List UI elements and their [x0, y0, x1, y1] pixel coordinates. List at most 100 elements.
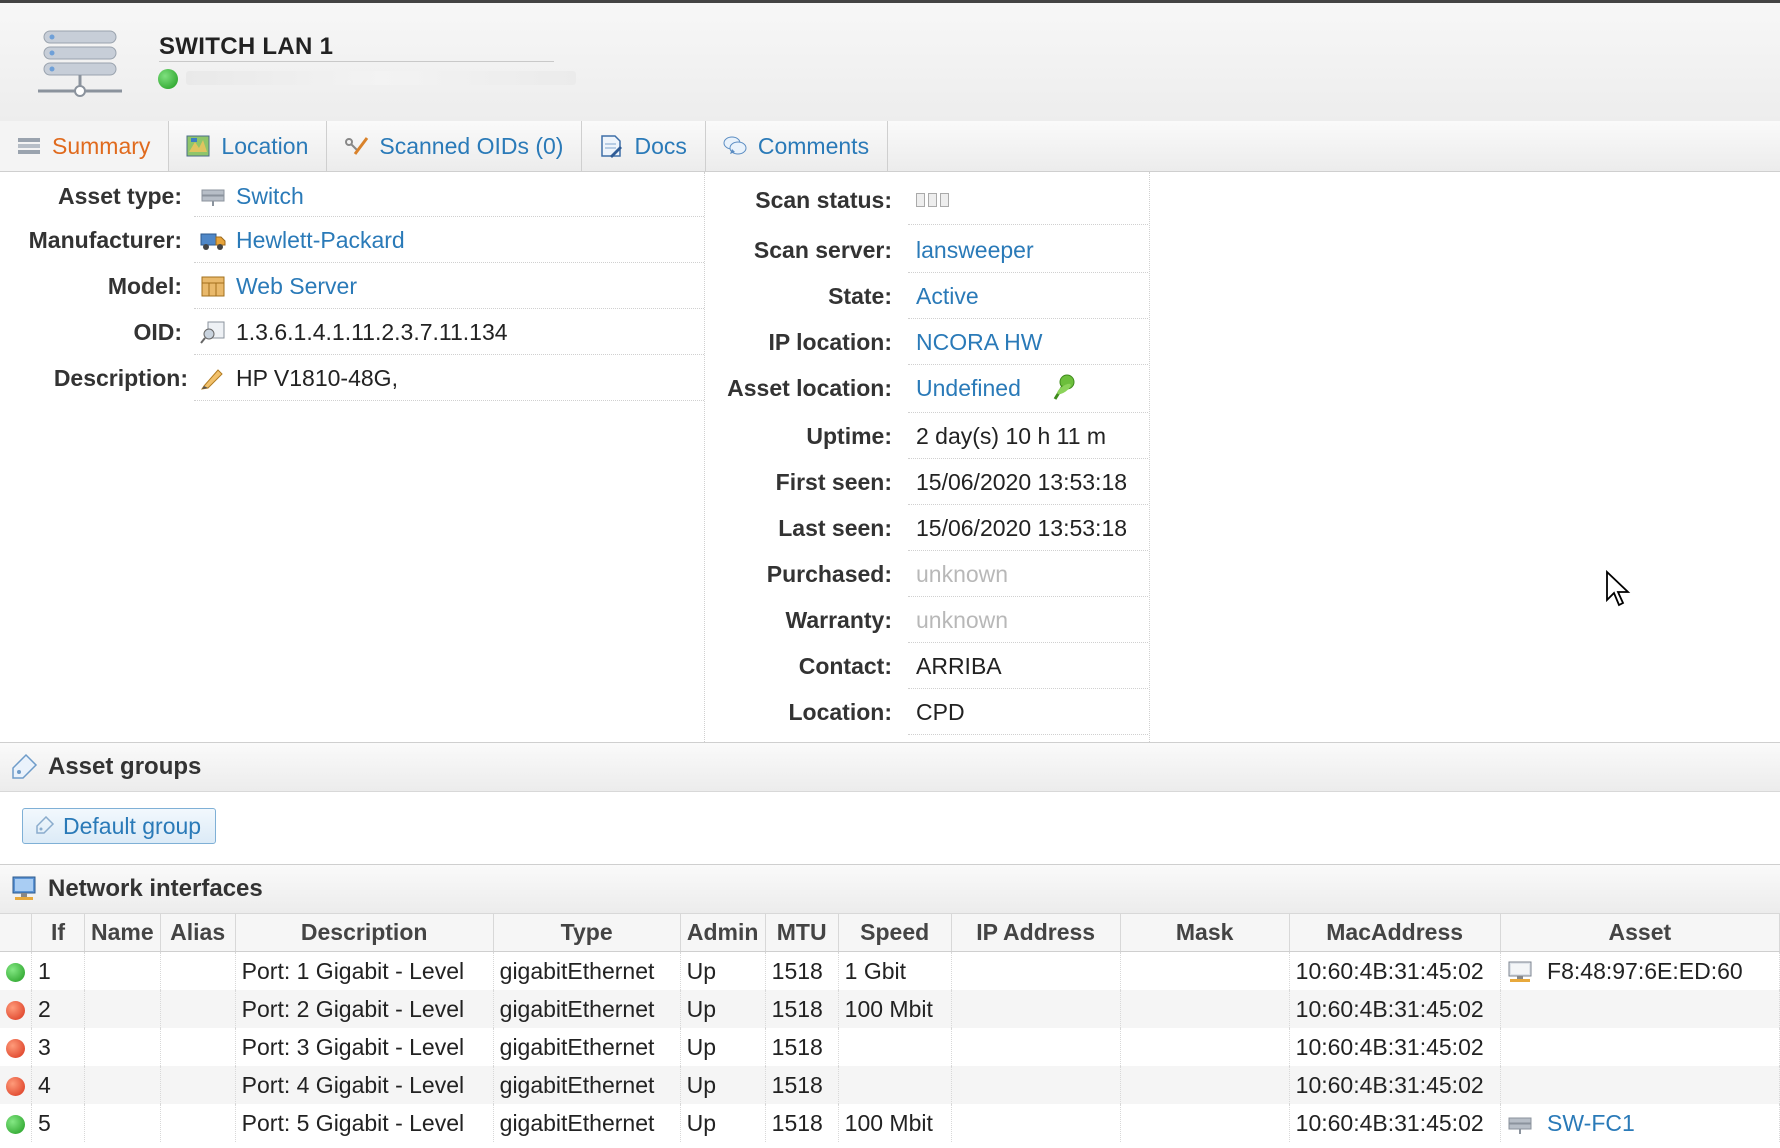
tab-label: Summary	[52, 132, 151, 159]
status-cell	[0, 1066, 32, 1104]
mask-cell	[1120, 990, 1290, 1028]
mac-cell: 10:60:4B:31:45:02	[1289, 951, 1501, 990]
status-down-icon	[6, 1000, 25, 1020]
asset-cell	[1500, 1066, 1780, 1104]
warranty-value: unknown	[916, 606, 1009, 633]
asset-link[interactable]: SW-FC1	[1547, 1110, 1635, 1136]
row-divider	[908, 458, 1148, 459]
speed-cell	[838, 1066, 952, 1104]
tab-scanned-oids[interactable]: Scanned OIDs (0)	[327, 121, 583, 171]
field-label: Asset location:	[727, 374, 892, 401]
asset-location-link[interactable]: Undefined	[916, 375, 1021, 402]
manufacturer-link[interactable]: Hewlett-Packard	[236, 227, 405, 254]
title-divider	[159, 61, 554, 62]
alias-cell	[160, 1104, 236, 1142]
mtu-cell: 1518	[765, 1028, 839, 1066]
field-oid: OID: 1.3.6.1.4.1.11.2.3.7.11.134	[0, 310, 507, 354]
field-label: Last seen:	[778, 514, 892, 541]
field-manufacturer: Manufacturer: Hewlett-Packard	[0, 218, 405, 262]
asset-cell: F8:48:97:6E:ED:60	[1500, 951, 1780, 990]
ip-location-link[interactable]: NCORA HW	[916, 329, 1043, 356]
column-header[interactable]: IP Address	[951, 914, 1121, 952]
status-down-icon	[6, 1038, 25, 1058]
status-cell	[0, 1028, 32, 1066]
description-cell: Port: 1 Gigabit - Level	[235, 951, 494, 990]
column-header[interactable]: Speed	[838, 914, 952, 952]
column-header[interactable]: Asset	[1500, 914, 1780, 952]
alias-cell	[160, 1028, 236, 1066]
column-header[interactable]: Description	[235, 914, 494, 952]
server-icon	[38, 30, 122, 97]
column-header[interactable]: Admin	[680, 914, 766, 952]
pin-icon[interactable]	[1049, 373, 1079, 403]
field-label: Scan status:	[755, 186, 892, 213]
admin-cell: Up	[680, 990, 766, 1028]
column-header[interactable]: If	[31, 914, 85, 952]
row-divider	[908, 272, 1148, 273]
description-cell: Port: 4 Gigabit - Level	[235, 1066, 494, 1104]
column-status	[0, 914, 32, 952]
tab-location[interactable]: Location	[169, 121, 328, 171]
summary-panel: Asset type: Switch Manufacturer: Hewlett…	[0, 172, 1780, 742]
column-header[interactable]: Alias	[160, 914, 236, 952]
type-cell: gigabitEthernet	[493, 1104, 681, 1142]
field-ip-location: IP location: NCORA HW	[704, 320, 1043, 364]
mac-cell: 10:60:4B:31:45:02	[1289, 990, 1501, 1028]
asset-title: SWITCH LAN 1	[159, 33, 334, 60]
field-model: Model: Web Server	[0, 264, 357, 308]
column-header[interactable]: Type	[493, 914, 681, 952]
mac-cell: 10:60:4B:31:45:02	[1289, 1066, 1501, 1104]
default-group-button[interactable]: Default group	[22, 808, 217, 844]
table-row[interactable]: 2 Port: 2 Gigabit - Level gigabitEtherne…	[0, 990, 1780, 1028]
network-interfaces-table: If Name Alias Description Type Admin MTU…	[0, 914, 1780, 1142]
tab-summary[interactable]: Summary	[0, 121, 170, 171]
admin-cell: Up	[680, 1028, 766, 1066]
row-divider	[908, 688, 1148, 689]
ip-cell	[951, 990, 1121, 1028]
last-seen-value: 15/06/2020 13:53:18	[916, 514, 1128, 541]
scan-server-link[interactable]: lansweeper	[916, 237, 1034, 264]
status-down-icon	[6, 1076, 25, 1096]
field-label: IP location:	[768, 328, 892, 355]
field-label: State:	[828, 282, 892, 309]
status-up-icon	[6, 962, 25, 982]
alias-cell	[160, 951, 236, 990]
online-status-icon	[158, 69, 178, 89]
first-seen-value: 15/06/2020 13:53:18	[916, 468, 1128, 495]
alias-cell	[160, 990, 236, 1028]
asset-type-link[interactable]: Switch	[236, 183, 304, 210]
name-cell	[84, 1066, 161, 1104]
name-cell	[84, 951, 161, 990]
mouse-cursor-icon	[1606, 570, 1631, 607]
column-header[interactable]: MTU	[765, 914, 839, 952]
switch-icon	[201, 189, 225, 206]
comments-icon	[723, 136, 747, 155]
speed-cell: 100 Mbit	[838, 1104, 952, 1142]
tab-comments[interactable]: Comments	[706, 121, 889, 171]
table-row[interactable]: 1 Port: 1 Gigabit - Level gigabitEtherne…	[0, 951, 1780, 990]
admin-cell: Up	[680, 951, 766, 990]
field-label: Description:	[53, 364, 188, 391]
network-computer-icon	[12, 876, 36, 900]
if-cell: 2	[31, 990, 85, 1028]
table-row[interactable]: 5 Port: 5 Gigabit - Level gigabitEtherne…	[0, 1104, 1780, 1142]
computer-icon	[1508, 961, 1532, 983]
row-divider	[908, 318, 1148, 319]
column-header[interactable]: MacAddress	[1289, 914, 1501, 952]
tab-label: Comments	[757, 132, 870, 159]
model-link[interactable]: Web Server	[236, 273, 357, 300]
column-header[interactable]: Mask	[1120, 914, 1290, 952]
column-header[interactable]: Name	[84, 914, 161, 952]
field-label: Warranty:	[785, 606, 893, 633]
table-row[interactable]: 3 Port: 3 Gigabit - Level gigabitEtherne…	[0, 1028, 1780, 1066]
table-row[interactable]: 4 Port: 4 Gigabit - Level gigabitEtherne…	[0, 1066, 1780, 1104]
tab-docs[interactable]: Docs	[582, 121, 706, 171]
mac-cell: 10:60:4B:31:45:02	[1289, 1028, 1501, 1066]
field-location: Location: CPD	[704, 690, 965, 734]
description-cell: Port: 5 Gigabit - Level	[235, 1104, 494, 1142]
section-title: Asset groups	[48, 753, 202, 780]
mtu-cell: 1518	[765, 1066, 839, 1104]
alias-cell	[160, 1066, 236, 1104]
state-link[interactable]: Active	[916, 283, 979, 310]
docs-icon	[601, 135, 623, 158]
